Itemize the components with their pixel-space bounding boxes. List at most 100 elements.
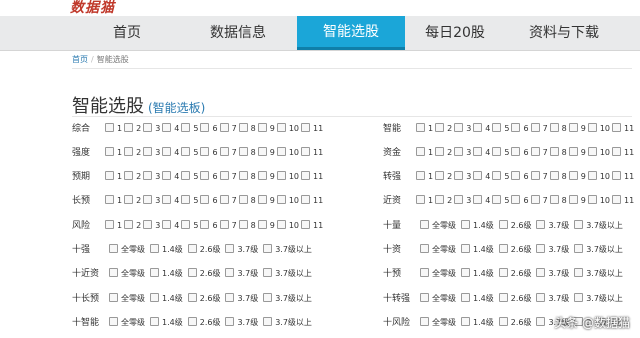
checkbox[interactable] (530, 195, 540, 204)
checkbox[interactable] (105, 147, 114, 156)
checkbox[interactable] (549, 147, 559, 156)
filter-option[interactable]: 4 (473, 170, 490, 184)
checkbox[interactable] (511, 123, 521, 132)
checkbox[interactable] (124, 195, 134, 204)
filter-option[interactable]: 6 (511, 194, 529, 208)
checkbox[interactable] (276, 147, 286, 156)
filter-option[interactable]: 2.6级 (498, 316, 531, 330)
filter-option[interactable]: 3 (454, 194, 471, 208)
filter-option[interactable]: 4 (162, 170, 179, 184)
checkbox[interactable] (435, 171, 445, 180)
checkbox[interactable] (276, 220, 286, 229)
filter-option[interactable]: 全零级 (109, 267, 145, 281)
checkbox[interactable] (105, 171, 114, 180)
filter-option[interactable]: 11 (612, 122, 634, 136)
checkbox[interactable] (454, 171, 464, 180)
checkbox[interactable] (200, 147, 210, 156)
filter-option[interactable]: 全零级 (420, 243, 456, 257)
checkbox[interactable] (109, 293, 118, 302)
filter-option[interactable]: 1.4级 (461, 243, 494, 257)
filter-option[interactable]: 11 (301, 146, 323, 160)
filter-option[interactable]: 2 (124, 219, 141, 233)
checkbox[interactable] (238, 147, 248, 156)
filter-option[interactable]: 9 (257, 194, 275, 208)
filter-option[interactable]: 全零级 (109, 292, 145, 306)
checkbox[interactable] (263, 268, 273, 277)
checkbox[interactable] (420, 268, 429, 277)
checkbox[interactable] (225, 317, 235, 326)
filter-option[interactable]: 5 (181, 170, 198, 184)
filter-option[interactable]: 10 (587, 146, 610, 160)
checkbox[interactable] (498, 293, 508, 302)
checkbox[interactable] (416, 147, 425, 156)
filter-option[interactable]: 8 (238, 194, 256, 208)
checkbox[interactable] (263, 244, 273, 253)
filter-option[interactable]: 2.6级 (498, 267, 531, 281)
filter-option[interactable]: 8 (238, 122, 256, 136)
checkbox[interactable] (435, 147, 445, 156)
filter-option[interactable]: 2.6级 (187, 267, 220, 281)
filter-option[interactable]: 3 (143, 146, 160, 160)
filter-option[interactable]: 全零级 (109, 316, 145, 330)
checkbox[interactable] (420, 244, 429, 253)
filter-option[interactable]: 3.7级 (536, 267, 569, 281)
filter-option[interactable]: 5 (492, 170, 509, 184)
checkbox[interactable] (238, 123, 248, 132)
filter-option[interactable]: 7 (530, 170, 548, 184)
filter-option[interactable]: 9 (257, 219, 275, 233)
checkbox[interactable] (568, 171, 578, 180)
breadcrumb-home[interactable]: 首页 (72, 55, 88, 64)
filter-option[interactable]: 3 (143, 194, 160, 208)
filter-option[interactable]: 3 (143, 122, 160, 136)
checkbox[interactable] (162, 220, 172, 229)
checkbox[interactable] (420, 317, 429, 326)
checkbox[interactable] (219, 195, 229, 204)
filter-option[interactable]: 3.7级以上 (574, 243, 623, 257)
filter-option[interactable]: 全零级 (109, 243, 145, 257)
filter-option[interactable]: 1 (416, 194, 433, 208)
filter-option[interactable]: 3.7级 (225, 243, 258, 257)
checkbox[interactable] (461, 220, 470, 229)
checkbox[interactable] (109, 317, 118, 326)
checkbox[interactable] (162, 123, 172, 132)
filter-option[interactable]: 1.4级 (461, 292, 494, 306)
nav-home[interactable]: 首页 (72, 16, 182, 50)
checkbox[interactable] (257, 195, 267, 204)
checkbox[interactable] (420, 293, 429, 302)
checkbox[interactable] (454, 147, 464, 156)
filter-option[interactable]: 2 (124, 122, 141, 136)
checkbox[interactable] (549, 123, 559, 132)
checkbox[interactable] (461, 317, 470, 326)
filter-option[interactable]: 11 (301, 170, 323, 184)
filter-option[interactable]: 1 (105, 170, 122, 184)
filter-option[interactable]: 2.6级 (187, 243, 220, 257)
filter-option[interactable]: 2 (124, 194, 141, 208)
filter-option[interactable]: 2 (435, 146, 452, 160)
filter-option[interactable]: 6 (200, 170, 218, 184)
checkbox[interactable] (301, 123, 311, 132)
checkbox[interactable] (301, 195, 311, 204)
filter-option[interactable]: 全零级 (420, 292, 456, 306)
filter-option[interactable]: 10 (276, 170, 299, 184)
filter-option[interactable]: 1 (105, 122, 122, 136)
checkbox[interactable] (511, 195, 521, 204)
filter-option[interactable]: 2 (435, 194, 452, 208)
checkbox[interactable] (587, 195, 597, 204)
checkbox[interactable] (549, 171, 559, 180)
checkbox[interactable] (473, 147, 483, 156)
page-title-sub[interactable]: (智能选板) (148, 101, 205, 115)
checkbox[interactable] (150, 244, 159, 253)
filter-option[interactable]: 7 (530, 146, 548, 160)
filter-option[interactable]: 5 (492, 122, 509, 136)
nav-daily-20[interactable]: 每日20股 (405, 16, 505, 50)
checkbox[interactable] (200, 123, 210, 132)
checkbox[interactable] (530, 171, 540, 180)
checkbox[interactable] (568, 195, 578, 204)
checkbox[interactable] (612, 147, 622, 156)
checkbox[interactable] (574, 220, 584, 229)
filter-option[interactable]: 11 (301, 194, 323, 208)
filter-option[interactable]: 1.4级 (150, 316, 183, 330)
filter-option[interactable]: 1 (416, 146, 433, 160)
checkbox[interactable] (587, 171, 597, 180)
filter-option[interactable]: 1 (105, 146, 122, 160)
